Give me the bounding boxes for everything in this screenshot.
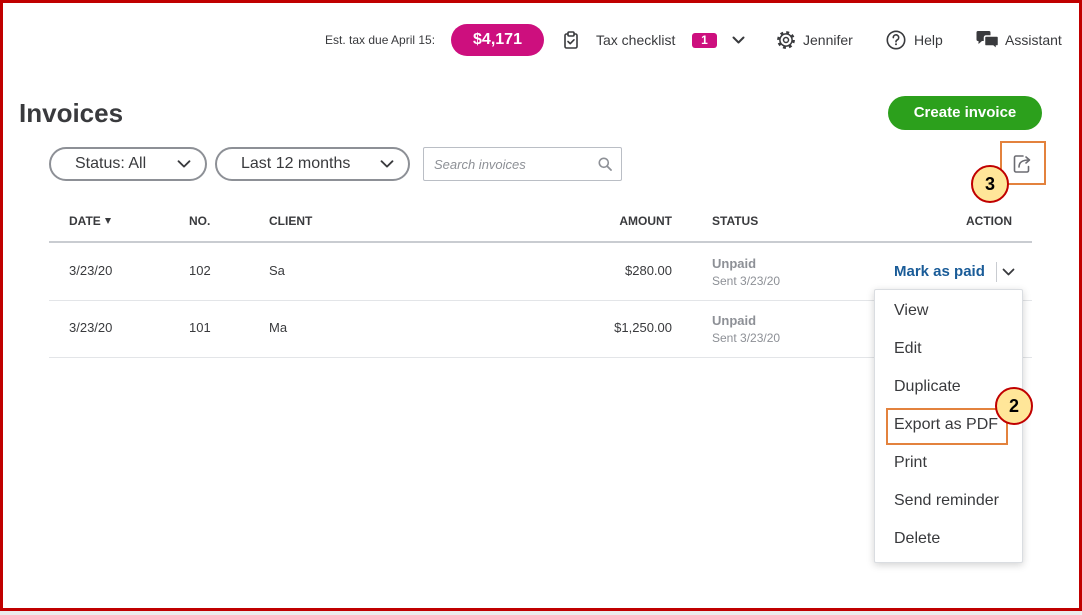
row-amount: $1,250.00: [614, 320, 672, 335]
row-client: Ma: [269, 320, 288, 335]
create-invoice-button[interactable]: Create invoice: [888, 96, 1042, 130]
tax-checklist-button[interactable]: Tax checklist 1: [560, 29, 750, 51]
menu-item-delete[interactable]: Delete: [875, 520, 1022, 558]
chevron-down-icon: [380, 160, 394, 168]
row-number: 101: [189, 320, 211, 335]
date-range-dropdown[interactable]: Last 12 months: [215, 147, 410, 181]
status-filter-dropdown[interactable]: Status: All: [49, 147, 207, 181]
annotation-step-2: 2: [995, 387, 1033, 425]
assistant-label: Assistant: [1005, 32, 1062, 48]
chevron-down-icon: [177, 160, 191, 168]
user-name: Jennifer: [803, 32, 853, 48]
search-box: [423, 147, 622, 181]
row-date: 3/23/20: [69, 320, 113, 335]
bottom-edge-strip: [0, 611, 1082, 615]
clipboard-check-icon: [563, 31, 579, 49]
row-status-detail: Sent 3/23/20: [712, 274, 781, 288]
row-number: 102: [189, 263, 211, 278]
status-filter-label: Status: All: [75, 155, 147, 172]
row-amount: $280.00: [625, 263, 672, 278]
invoices-page: Est. tax due April 15: $4,171 Tax checkl…: [0, 0, 1082, 615]
date-range-label: Last 12 months: [241, 155, 351, 172]
row-date: 3/23/20: [69, 263, 113, 278]
column-header-no[interactable]: NO.: [189, 213, 210, 229]
table-header-divider: [49, 241, 1032, 243]
column-header-status[interactable]: STATUS: [712, 213, 758, 229]
chevron-down-icon[interactable]: [732, 36, 745, 44]
sort-descending-icon[interactable]: [105, 218, 111, 224]
help-circle-icon: [886, 30, 906, 50]
page-title: Invoices: [19, 98, 124, 128]
menu-item-send-reminder[interactable]: Send reminder: [875, 482, 1022, 520]
help-label: Help: [914, 32, 943, 48]
est-tax-amount-button[interactable]: $4,171: [451, 24, 544, 56]
gear-icon: [776, 30, 796, 50]
search-icon[interactable]: [598, 157, 612, 171]
chat-bubbles-icon: [976, 30, 1000, 50]
menu-item-print[interactable]: Print: [875, 444, 1022, 482]
menu-item-edit[interactable]: Edit: [875, 330, 1022, 368]
help-button[interactable]: Help: [885, 29, 947, 51]
row-client: Sa: [269, 263, 285, 278]
column-header-amount[interactable]: AMOUNT: [572, 213, 672, 229]
row-status: Unpaid: [712, 256, 757, 271]
tax-checklist-count-badge: 1: [692, 33, 717, 48]
search-input[interactable]: [424, 148, 589, 180]
annotation-step-3: 3: [971, 165, 1009, 203]
row-status: Unpaid: [712, 313, 757, 328]
column-header-client[interactable]: CLIENT: [269, 213, 312, 229]
tax-checklist-label: Tax checklist: [596, 32, 676, 48]
assistant-button[interactable]: Assistant: [975, 29, 1067, 51]
user-settings-button[interactable]: Jennifer: [774, 29, 858, 51]
column-header-action: ACTION: [966, 214, 1012, 228]
export-icon: [1011, 153, 1033, 175]
est-tax-label: Est. tax due April 15:: [325, 33, 436, 47]
mark-as-paid-link[interactable]: Mark as paid: [894, 262, 985, 282]
row-status-detail: Sent 3/23/20: [712, 331, 781, 345]
menu-item-view[interactable]: View: [875, 292, 1022, 330]
split-button-divider: [996, 262, 997, 282]
action-dropdown-menu: View Edit Duplicate Export as PDF Print …: [874, 289, 1023, 563]
column-header-date[interactable]: DATE: [69, 213, 101, 229]
chevron-down-icon[interactable]: [1002, 268, 1015, 276]
export-button[interactable]: [1011, 153, 1033, 175]
